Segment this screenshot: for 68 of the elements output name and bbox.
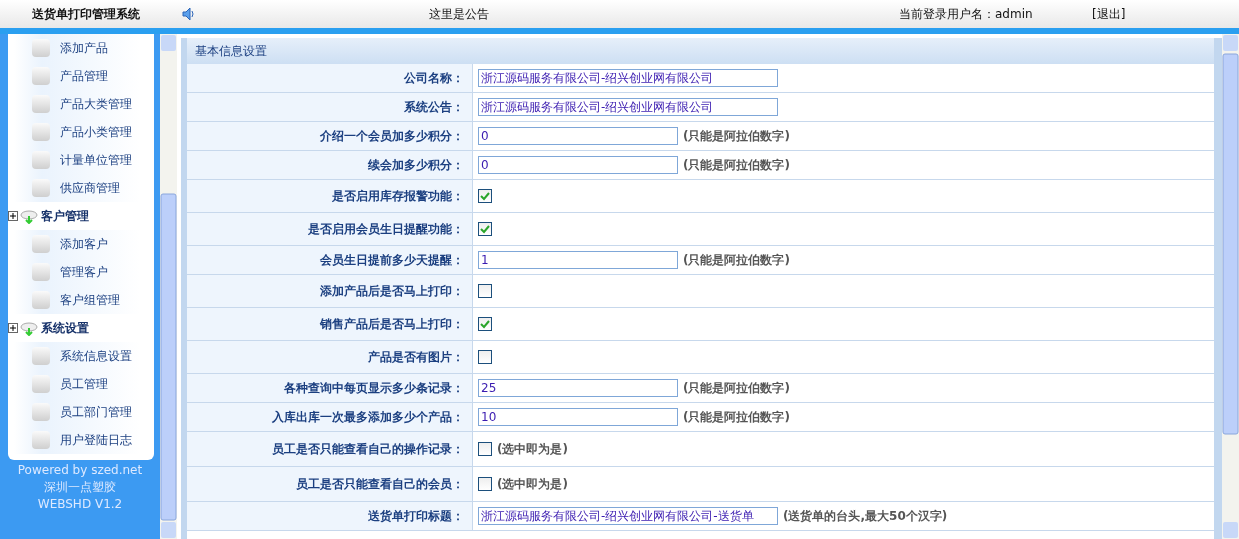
hint-text: (只能是阿拉伯数字) — [683, 408, 790, 426]
expand-icon[interactable] — [8, 323, 18, 333]
field-label: 员工是否只能查看自己的操作记录： — [187, 432, 473, 466]
menu-group[interactable]: 客户管理 — [41, 207, 89, 225]
hint-text: (只能是阿拉伯数字) — [683, 156, 790, 174]
field-label: 各种查询中每页显示多少条记录： — [187, 374, 473, 402]
item-bullet-icon — [32, 95, 50, 113]
input-field[interactable]: 1 — [478, 251, 678, 269]
item-bullet-icon — [32, 375, 50, 393]
cloud-icon — [20, 208, 38, 224]
field-label: 介绍一个会员加多少积分： — [187, 122, 473, 150]
item-bullet-icon — [32, 39, 50, 57]
field-label: 系统公告： — [187, 93, 473, 121]
item-bullet-icon — [32, 291, 50, 309]
field-label: 销售产品后是否马上打印： — [187, 308, 473, 340]
hint-text: (送货单的台头,最大50个汉字) — [783, 507, 948, 525]
menu-group[interactable]: 系统设置 — [41, 319, 89, 337]
hint-text: (只能是阿拉伯数字) — [683, 127, 790, 145]
current-user: 当前登录用户名：admin — [899, 5, 1034, 23]
checkbox[interactable] — [478, 477, 492, 491]
input-field[interactable]: 10 — [478, 408, 678, 426]
item-bullet-icon — [32, 67, 50, 85]
scrollbar[interactable] — [1222, 34, 1239, 539]
item-bullet-icon — [32, 431, 50, 449]
checkbox[interactable] — [478, 222, 492, 236]
item-bullet-icon — [32, 403, 50, 421]
app-title: 送货单打印管理系统 — [31, 5, 141, 23]
input-field[interactable]: 25 — [478, 379, 678, 397]
field-label: 员工是否只能查看自己的会员： — [187, 467, 473, 501]
item-bullet-icon — [32, 263, 50, 281]
field-label: 公司名称： — [187, 64, 473, 92]
checkbox[interactable] — [478, 442, 492, 456]
input-field[interactable]: 0 — [478, 127, 678, 145]
checkbox[interactable] — [478, 350, 492, 364]
input-field[interactable]: 浙江源码服务有限公司-绍兴创业网有限公司 — [478, 98, 778, 116]
hint-text: (只能是阿拉伯数字) — [683, 251, 790, 269]
expand-icon[interactable] — [8, 211, 18, 221]
input-field[interactable]: 浙江源码服务有限公司-绍兴创业网有限公司 — [478, 69, 778, 87]
checkbox[interactable] — [478, 189, 492, 203]
input-field[interactable]: 0 — [478, 156, 678, 174]
cloud-icon — [20, 320, 38, 336]
field-label: 产品是否有图片： — [187, 341, 473, 373]
announcement: 这里是公告 — [429, 5, 490, 23]
footer-text: 深圳一点塑胶 — [43, 479, 117, 496]
section-title: 基本信息设置 — [187, 38, 1214, 64]
item-bullet-icon — [32, 179, 50, 197]
field-label: 入库出库一次最多添加多少个产品： — [187, 403, 473, 431]
checkbox[interactable] — [478, 284, 492, 298]
hint-text: (选中即为是) — [497, 475, 568, 493]
field-label: 添加产品后是否马上打印： — [187, 275, 473, 307]
footer-text: WEBSHD V1.2 — [36, 496, 124, 513]
hint-text: (只能是阿拉伯数字) — [683, 379, 790, 397]
field-label: 是否启用会员生日提醒功能： — [187, 213, 473, 245]
field-label: 是否启用库存报警功能： — [187, 180, 473, 212]
logout-link[interactable]: [退出] — [1092, 5, 1126, 23]
field-label: 续会加多少积分： — [187, 151, 473, 179]
hint-text: (选中即为是) — [497, 440, 568, 458]
checkbox[interactable] — [478, 317, 492, 331]
footer-text: Powered by szed.net — [16, 462, 144, 479]
item-bullet-icon — [32, 347, 50, 365]
speaker-icon — [182, 7, 196, 21]
scrollbar[interactable] — [160, 34, 177, 539]
field-label: 送货单打印标题： — [187, 502, 473, 530]
field-label: 会员生日提前多少天提醒： — [187, 246, 473, 274]
item-bullet-icon — [32, 235, 50, 253]
item-bullet-icon — [32, 123, 50, 141]
input-field[interactable]: 浙江源码服务有限公司-绍兴创业网有限公司-送货单 — [478, 507, 778, 525]
item-bullet-icon — [32, 151, 50, 169]
